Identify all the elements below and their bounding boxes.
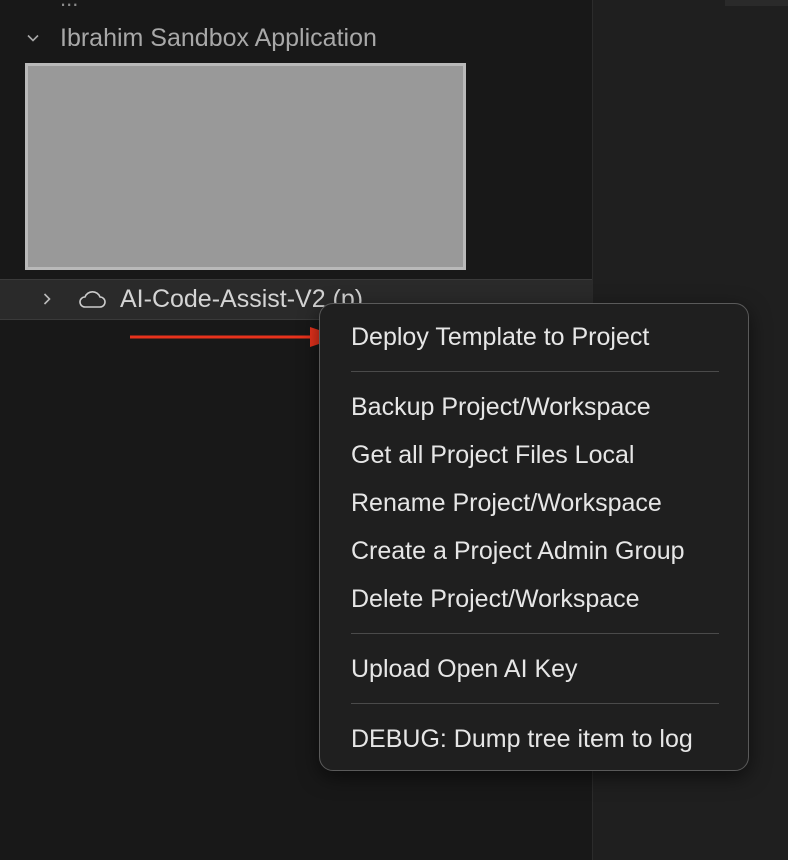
menu-separator [351, 703, 719, 704]
redacted-region [25, 63, 466, 270]
menu-separator [351, 371, 719, 372]
chevron-right-icon[interactable] [38, 290, 56, 308]
context-menu: Deploy Template to Project Backup Projec… [319, 303, 749, 771]
tree-group-label: Ibrahim Sandbox Application [60, 23, 377, 52]
menu-item-create-admin-group[interactable]: Create a Project Admin Group [351, 534, 685, 568]
annotation-arrow [130, 327, 340, 347]
menu-item-debug-dump[interactable]: DEBUG: Dump tree item to log [351, 722, 693, 756]
menu-item-backup-project[interactable]: Backup Project/Workspace [351, 390, 651, 424]
menu-item-delete-project[interactable]: Delete Project/Workspace [351, 582, 640, 616]
menu-item-deploy-template[interactable]: Deploy Template to Project [351, 320, 649, 354]
tree-group-sandbox-application[interactable]: Ibrahim Sandbox Application [0, 18, 592, 58]
chevron-down-icon[interactable] [24, 29, 42, 47]
menu-item-rename-project[interactable]: Rename Project/Workspace [351, 486, 662, 520]
menu-item-get-project-files[interactable]: Get all Project Files Local [351, 438, 634, 472]
cut-off-label: ... [60, 0, 78, 12]
cut-off-tree-row: ... [0, 0, 560, 11]
menu-item-upload-openai-key[interactable]: Upload Open AI Key [351, 652, 578, 686]
menu-separator [351, 633, 719, 634]
cloud-icon [79, 291, 106, 308]
editor-tab-strip [725, 0, 788, 6]
